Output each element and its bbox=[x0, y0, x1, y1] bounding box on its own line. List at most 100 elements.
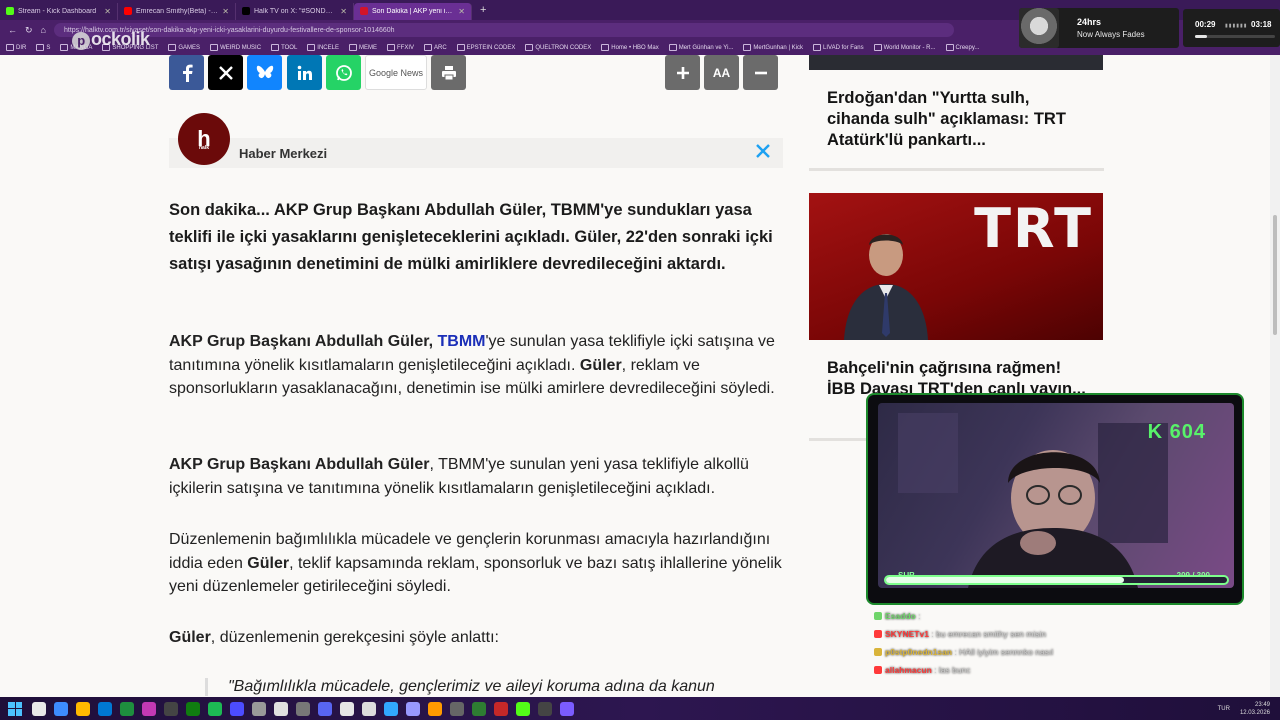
bookmark-item[interactable]: INCELE bbox=[307, 44, 339, 51]
sidebar-story-1-title[interactable]: Erdoğan'dan "Yurtta sulh, cihanda sulh" … bbox=[827, 88, 1087, 151]
font-decrease-button[interactable] bbox=[743, 55, 778, 90]
notepad-icon[interactable] bbox=[274, 701, 288, 716]
reload-icon[interactable]: ↻ bbox=[25, 25, 33, 36]
photos-icon[interactable] bbox=[142, 701, 156, 716]
kick-favicon-icon bbox=[6, 7, 14, 15]
share-bluesky-button[interactable] bbox=[247, 55, 282, 90]
chat-separator: : bbox=[915, 611, 921, 621]
tab-label: Son Dakika | AKP yeni içki yasakla bbox=[372, 7, 454, 15]
font-increase-button[interactable] bbox=[665, 55, 700, 90]
share-x-button[interactable] bbox=[208, 55, 243, 90]
bookmark-item[interactable]: Home • HBO Max bbox=[601, 44, 658, 51]
clock-date: 12.03.2026 bbox=[1239, 709, 1270, 716]
share-facebook-button[interactable] bbox=[169, 55, 204, 90]
tab-x-halktv[interactable]: Halk TV on X: "#SONDAKİKA | AK ✕ bbox=[236, 2, 354, 20]
tab-halktv-article[interactable]: Son Dakika | AKP yeni içki yasakla ✕ bbox=[354, 2, 472, 20]
home-icon[interactable]: ⌂ bbox=[41, 25, 46, 35]
print-button[interactable] bbox=[431, 55, 466, 90]
author-name[interactable]: Haber Merkezi bbox=[239, 146, 327, 161]
scrollbar-thumb[interactable] bbox=[1273, 215, 1277, 335]
bookmark-item[interactable]: Mert Günhan ve Yi... bbox=[669, 44, 734, 51]
back-icon[interactable]: ← bbox=[8, 25, 17, 35]
app-icon[interactable] bbox=[560, 701, 574, 716]
tab-kick-dashboard[interactable]: Stream - Kick Dashboard ✕ bbox=[0, 2, 118, 20]
tab-label: Stream - Kick Dashboard bbox=[18, 7, 97, 15]
close-tab-icon[interactable]: ✕ bbox=[458, 7, 465, 16]
bookmark-item[interactable]: Creepy... bbox=[946, 44, 980, 51]
illustrator-icon[interactable] bbox=[428, 701, 442, 716]
bookmark-item[interactable]: S bbox=[36, 44, 50, 51]
photoshop-icon[interactable] bbox=[384, 701, 398, 716]
font-size-button[interactable]: AA bbox=[704, 55, 739, 90]
bookmark-item[interactable]: DIR bbox=[6, 44, 26, 51]
chat-badge-icon bbox=[874, 630, 882, 638]
xbox-icon[interactable] bbox=[186, 701, 200, 716]
app-icon[interactable] bbox=[538, 701, 552, 716]
chat-overlay: Esaddo : SKYNETv1 : bu emrecan smithy se… bbox=[874, 607, 1244, 679]
chat-text: las bunc bbox=[938, 665, 971, 675]
bookmark-item[interactable]: TOOL bbox=[271, 44, 297, 51]
terminal-icon[interactable] bbox=[164, 701, 178, 716]
article-lead: Son dakika... AKP Grup Başkanı Abdullah … bbox=[169, 201, 773, 273]
avatar-sub: halk bbox=[198, 145, 209, 151]
bookmark-item[interactable]: EPSTEIN CODEX bbox=[457, 44, 516, 51]
plus-icon bbox=[676, 66, 689, 79]
x-favicon-icon bbox=[242, 7, 250, 15]
bookmark-item[interactable]: LIVAD for Fans bbox=[813, 44, 864, 51]
new-tab-icon[interactable]: + bbox=[472, 4, 494, 16]
file-explorer-icon[interactable] bbox=[32, 701, 46, 716]
settings-icon[interactable] bbox=[252, 701, 266, 716]
bookmark-item[interactable]: GAMES bbox=[168, 44, 200, 51]
author-x-link[interactable] bbox=[755, 143, 771, 164]
page-scrollbar[interactable] bbox=[1270, 55, 1280, 697]
discord-icon[interactable] bbox=[230, 701, 244, 716]
system-clock[interactable]: 23:49 12.03.2026 bbox=[1240, 701, 1270, 717]
share-whatsapp-button[interactable] bbox=[326, 55, 361, 90]
mail-icon[interactable] bbox=[54, 701, 68, 716]
close-tab-icon[interactable]: ✕ bbox=[104, 7, 111, 16]
media-icon[interactable] bbox=[472, 701, 486, 716]
bookmark-item[interactable]: MEME bbox=[349, 44, 377, 51]
bookmark-item[interactable]: MertGunhan | Kick bbox=[743, 44, 803, 51]
premiere-icon[interactable] bbox=[406, 701, 420, 716]
google-news-button[interactable]: Google News bbox=[365, 55, 427, 90]
kick-icon[interactable] bbox=[516, 701, 530, 716]
chat-message: p0stp0nedn1san : HAll iyiyim sennnko nas… bbox=[874, 643, 1244, 661]
bookmark-item[interactable]: ARC bbox=[424, 44, 447, 51]
album-art bbox=[1019, 8, 1059, 48]
author-avatar: h halk bbox=[178, 113, 230, 165]
tab-youtube[interactable]: Emrecan Smithy(Beta) - Direc ✕ bbox=[118, 2, 236, 20]
bookmark-item[interactable]: QUELTRON CODEX bbox=[525, 44, 591, 51]
sidebar-story-1-image[interactable] bbox=[809, 55, 1103, 70]
calc-icon[interactable] bbox=[120, 701, 134, 716]
share-linkedin-button[interactable] bbox=[287, 55, 322, 90]
keyboard-language[interactable]: TUR bbox=[1218, 706, 1230, 712]
obs-icon[interactable] bbox=[296, 701, 310, 716]
music-progress-bar[interactable] bbox=[1195, 35, 1275, 38]
facebook-icon bbox=[182, 64, 193, 82]
close-tab-icon[interactable]: ✕ bbox=[340, 7, 347, 16]
article-paragraph-2: AKP Grup Başkanı Abdullah Güler, TBMM'ye… bbox=[169, 453, 783, 500]
media-icon[interactable] bbox=[494, 701, 508, 716]
app-icon[interactable] bbox=[340, 701, 354, 716]
bookmark-item[interactable]: FFXIV bbox=[387, 44, 414, 51]
url-input[interactable]: https://halktv.com.tr/siyaset/son-dakika… bbox=[53, 23, 954, 37]
app-icon[interactable] bbox=[318, 701, 332, 716]
tbmm-link[interactable]: TBMM bbox=[438, 333, 486, 350]
close-tab-icon[interactable]: ✕ bbox=[222, 7, 229, 16]
store-icon[interactable] bbox=[98, 701, 112, 716]
sidebar-story-2-image[interactable]: TRT bbox=[809, 193, 1103, 340]
bluesky-icon bbox=[256, 65, 273, 78]
windows-start-icon[interactable] bbox=[8, 701, 22, 716]
spotify-icon[interactable] bbox=[208, 701, 222, 716]
bookmark-item[interactable]: World Monitor - R... bbox=[874, 44, 936, 51]
folder-icon[interactable] bbox=[76, 701, 90, 716]
app-icon[interactable] bbox=[450, 701, 464, 716]
article-paragraph-1: AKP Grup Başkanı Abdullah Güler, TBMM'ye… bbox=[169, 330, 783, 401]
app-icon[interactable] bbox=[362, 701, 376, 716]
font-size-label: AA bbox=[712, 65, 731, 80]
youtube-favicon-icon bbox=[124, 7, 132, 15]
bookmark-item[interactable]: WEIRD MUSIC bbox=[210, 44, 261, 51]
halktv-favicon-icon bbox=[360, 7, 368, 15]
article-paragraph-4: Güler, düzenlemenin gerekçesini şöyle an… bbox=[169, 626, 783, 650]
